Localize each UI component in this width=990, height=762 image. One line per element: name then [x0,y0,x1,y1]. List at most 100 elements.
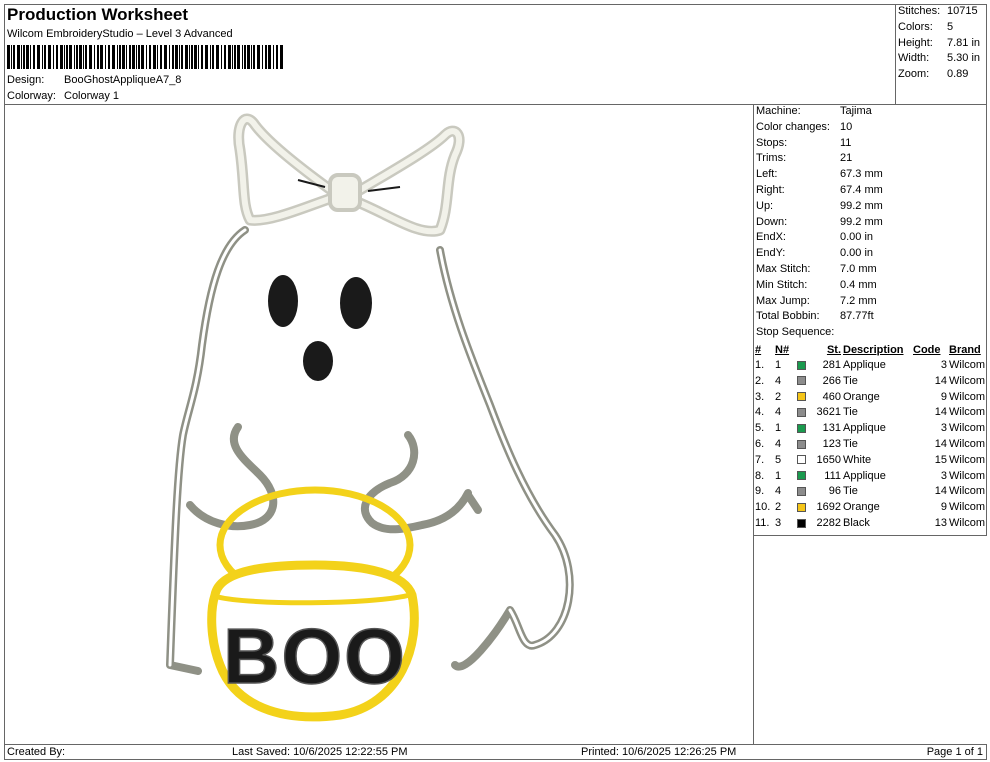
color-description: Tie [843,374,858,387]
thread-code: 14 [934,406,947,419]
stop-needle: 3 [775,516,782,529]
stitch-count: 111 [824,469,841,482]
summary-table: Stitches: 10715 Colors: 5 Height: 7.81 in W… [898,4,986,83]
col-desc: Description [843,344,904,356]
info-label: Right: [756,183,785,196]
design-label: Design: [7,74,45,86]
info-value: 7.2 mm [840,294,877,307]
thread-brand: Wilcom [949,422,986,435]
stop-row: 3. 2 460 Orange 9 Wilcom [754,390,988,406]
stop-num: 3. [755,390,765,403]
color-description: Tie [843,437,858,450]
stop-row: 9. 4 96 Tie 14 Wilcom [754,484,988,500]
stop-row: 7. 5 1650 White 15 Wilcom [754,453,988,469]
stitch-count: 3621 [816,406,841,419]
created-by: Created By: [7,746,66,758]
page-title: Production Worksheet [7,5,189,24]
color-swatch-box [797,423,806,433]
colorway-label: Colorway: [7,90,56,102]
thread-brand: Wilcom [949,437,986,450]
color-swatch-box [797,471,806,481]
software-name: Wilcom EmbroideryStudio – Level 3 Advanc… [7,28,233,40]
info-label: Left: [756,168,778,181]
color-swatch-box [797,502,806,512]
color-description: White [843,453,872,466]
thread-code: 9 [940,501,947,514]
stop-num: 5. [755,422,765,435]
summary-label: Width: [898,52,930,65]
info-value: 11 [840,136,852,149]
info-row: Max Stitch: 7.0 mm [756,262,986,278]
color-description: Orange [843,501,880,514]
stop-num: 11. [755,516,770,529]
stop-needle: 4 [775,374,782,387]
color-swatch [796,500,810,516]
stop-needle: 2 [775,501,782,514]
page-number: Page 1 of 1 [926,746,983,758]
thread-brand: Wilcom [949,406,986,419]
info-row: Trims: 21 [756,151,986,167]
stitch-count: 131 [822,422,841,435]
info-row: Machine: Tajima [756,104,986,120]
stop-num: 8. [755,469,765,482]
stop-num: 2. [755,374,765,387]
thread-code: 9 [940,390,947,403]
stitch-count: 266 [822,374,841,387]
stop-sequence-header: # N# St. Description Code Brand [754,342,988,358]
info-value: 7.0 mm [840,262,877,275]
info-label: Color changes: [756,120,830,133]
info-value: 21 [840,152,853,165]
color-swatch-box [797,439,806,449]
summary-label: Colors: [898,20,933,33]
info-label: EndX: [756,231,786,244]
right-eye [340,277,372,329]
stitch-count: 460 [822,390,841,403]
thread-brand: Wilcom [949,485,986,498]
stop-row: 4. 4 3621 Tie 14 Wilcom [754,405,988,421]
mouth [303,341,333,381]
summary-label: Height: [898,36,933,49]
color-swatch [796,405,810,421]
stop-row: 11. 3 2282 Black 13 Wilcom [754,516,988,532]
color-description: Black [843,516,870,529]
summary-label: Stitches: [898,5,941,17]
color-description: Applique [843,469,886,482]
info-value: 0.00 in [840,247,874,260]
color-swatch [796,484,810,500]
info-value: 10 [840,120,853,133]
stitch-count: 2282 [816,516,841,529]
col-n: N# [775,344,790,356]
last-saved: Last Saved: 10/6/2025 12:22:55 PM [232,746,408,758]
color-swatch-box [797,455,806,465]
thread-code: 3 [940,422,947,435]
stop-needle: 2 [775,390,782,403]
design-value: BooGhostAppliqueA7_8 [64,74,182,86]
stop-needle: 1 [775,469,782,482]
info-value: 67.4 mm [840,183,883,196]
summary-value: 5.30 in [947,52,981,65]
info-row: Down: 99.2 mm [756,215,986,231]
color-description: Tie [843,485,858,498]
col-brand: Brand [949,344,981,356]
footer-frame [4,744,987,760]
col-st: St. [826,344,841,356]
info-label: Down: [756,215,788,228]
stop-row: 1. 1 281 Applique 3 Wilcom [754,358,988,374]
stitch-count: 1692 [816,501,841,514]
stop-row: 5. 1 131 Applique 3 Wilcom [754,421,988,437]
info-label: Stops: [756,136,788,149]
info-row: Left: 67.3 mm [756,167,986,183]
summary-value: 5 [947,20,954,33]
design-preview: BOO [166,113,574,722]
summary-value: 7.81 in [947,36,981,49]
info-row: EndY: 0.00 in [756,246,986,262]
color-swatch [796,421,810,437]
thread-brand: Wilcom [949,469,986,482]
summary-row: Stitches: 10715 [898,4,986,20]
color-swatch-box [797,407,806,417]
info-label: Max Stitch: [756,262,811,275]
info-value: 99.2 mm [840,199,883,212]
color-swatch [796,453,810,469]
thread-code: 3 [940,469,947,482]
right-arm-drop [464,491,482,514]
